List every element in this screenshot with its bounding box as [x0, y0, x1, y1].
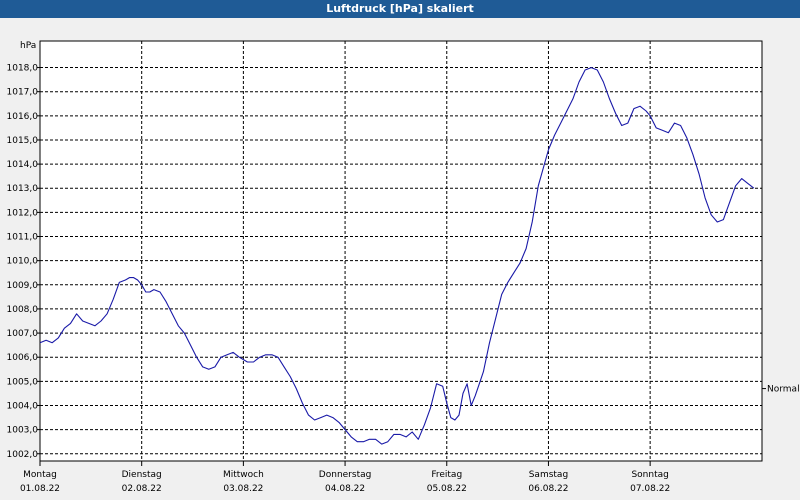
x-tick-day-label: Montag	[23, 470, 57, 480]
plot-area	[39, 40, 763, 462]
y-tick-label: 1014,0	[7, 160, 39, 170]
x-tick-date-label: 01.08.22	[20, 484, 60, 494]
y-tick-label: 1011,0	[7, 233, 39, 243]
y-tick-label: 1004,0	[7, 401, 39, 411]
app-window: Luftdruck [hPa] skaliert 1002,0 1003,0 100…	[0, 0, 800, 500]
reference-marker: Normal	[762, 385, 800, 395]
y-tick-label: 1012,0	[7, 208, 39, 218]
y-tick-label: 1002,0	[7, 450, 39, 460]
y-tick-label: 1010,0	[7, 257, 39, 267]
y-axis-ticks: 1002,0 1003,0 1004,0 1005,0 1006,0 1007,0 1008…	[7, 64, 40, 460]
x-tick-date-label: 07.08.22	[630, 484, 670, 494]
x-tick-date-label: 02.08.22	[122, 484, 162, 494]
y-tick-label: 1017,0	[7, 88, 39, 98]
x-tick-date-label: 05.08.22	[427, 484, 467, 494]
y-tick-label: 1003,0	[7, 426, 39, 436]
x-tick-date-label: 06.08.22	[528, 484, 568, 494]
y-tick-label: 1016,0	[7, 112, 39, 122]
x-axis-ticks: Montag 01.08.22 Dienstag 02.08.22 Mittwoch 03…	[20, 461, 670, 494]
x-tick-day-label: Freitag	[431, 470, 462, 480]
x-tick-date-label: 03.08.22	[223, 484, 263, 494]
x-tick-date-label: 04.08.22	[325, 484, 365, 494]
y-tick-label: 1006,0	[7, 353, 39, 363]
y-tick-label: 1009,0	[7, 281, 39, 291]
y-tick-label: 1013,0	[7, 184, 39, 194]
y-tick-label: 1015,0	[7, 136, 39, 146]
x-tick-day-label: Sonntag	[631, 470, 668, 480]
y-tick-label: 1008,0	[7, 305, 39, 315]
y-axis-label: hPa	[20, 41, 36, 51]
x-tick-day-label: Dienstag	[122, 470, 162, 480]
x-tick-day-label: Donnerstag	[319, 470, 372, 480]
x-tick-day-label: Mittwoch	[223, 470, 264, 480]
x-tick-day-label: Samstag	[529, 470, 568, 480]
y-tick-label: 1007,0	[7, 329, 39, 339]
chart-title: Luftdruck [hPa] skaliert	[0, 0, 800, 18]
y-tick-label: 1005,0	[7, 377, 39, 387]
y-tick-label: 1018,0	[7, 64, 39, 74]
chart: 1002,0 1003,0 1004,0 1005,0 1006,0 1007,0 1008…	[7, 40, 800, 494]
reference-label: Normal	[767, 385, 800, 395]
